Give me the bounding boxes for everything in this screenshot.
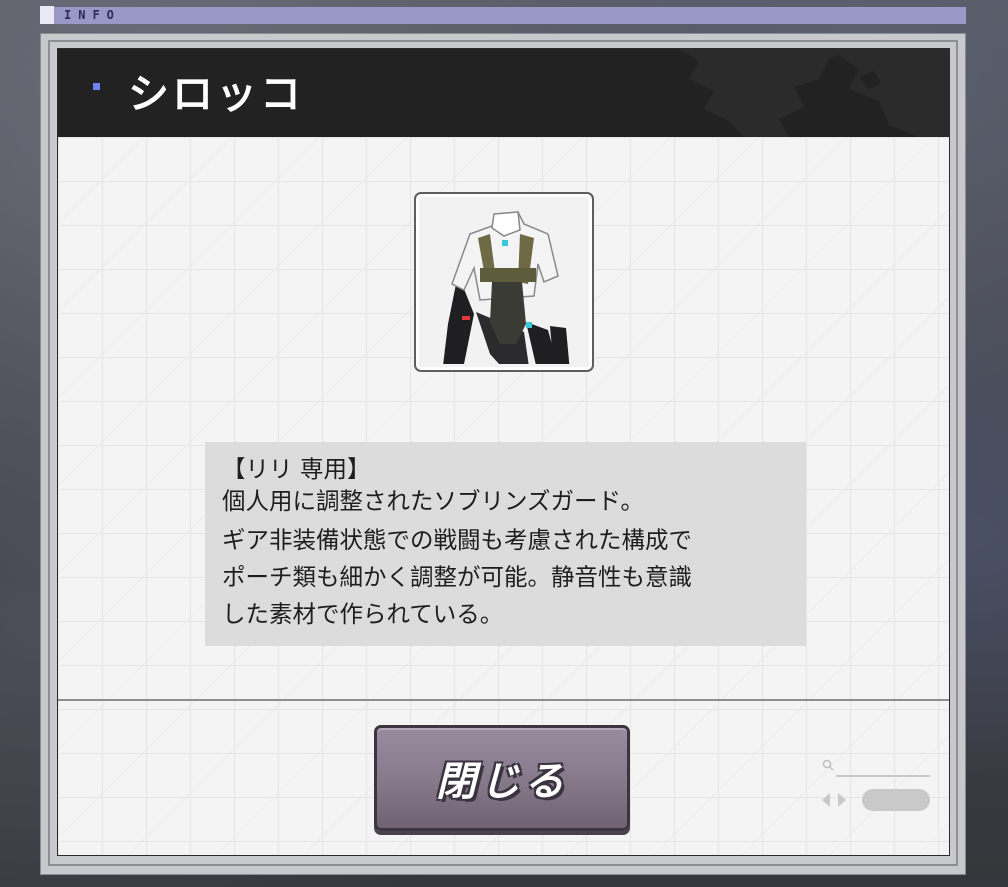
dialog-header: シロッコ <box>58 49 949 137</box>
search-icon <box>822 759 834 771</box>
description-line: 個人用に調整されたソブリンズガード。 <box>222 487 645 515</box>
close-button[interactable]: 閉じる <box>374 725 630 831</box>
map-silhouette-icon <box>679 49 949 137</box>
outfit-illustration <box>443 211 570 364</box>
description-line: ギア非装備状態での戦闘も考慮された構成で <box>222 526 692 554</box>
description-line: ポーチ類も細かく調整が可能。静音性も意識 <box>222 563 692 591</box>
info-tab-marker <box>40 6 54 24</box>
info-tab-label: INFO <box>64 8 121 22</box>
search-underline <box>836 775 930 777</box>
info-dialog: シロッコ 【リリ 専用】 個人用に調整されたソブリンズガード。 ギア非装備状態で… <box>57 48 950 856</box>
header-accent-dot <box>93 83 100 90</box>
info-top-strip <box>40 7 966 24</box>
description-line: した素材で作られている。 <box>222 600 504 628</box>
footer-divider <box>58 699 949 701</box>
close-button-label: 閉じる <box>436 759 568 805</box>
item-description-box: 【リリ 専用】 個人用に調整されたソブリンズガード。 ギア非装備状態での戦闘も考… <box>205 442 806 646</box>
item-name-title: シロッコ <box>128 70 304 118</box>
sirocco-outfit-icon <box>414 192 594 372</box>
description-line: 【リリ 専用】 <box>222 455 371 483</box>
left-right-arrows-icon <box>822 793 846 807</box>
slider-pill <box>862 789 930 811</box>
